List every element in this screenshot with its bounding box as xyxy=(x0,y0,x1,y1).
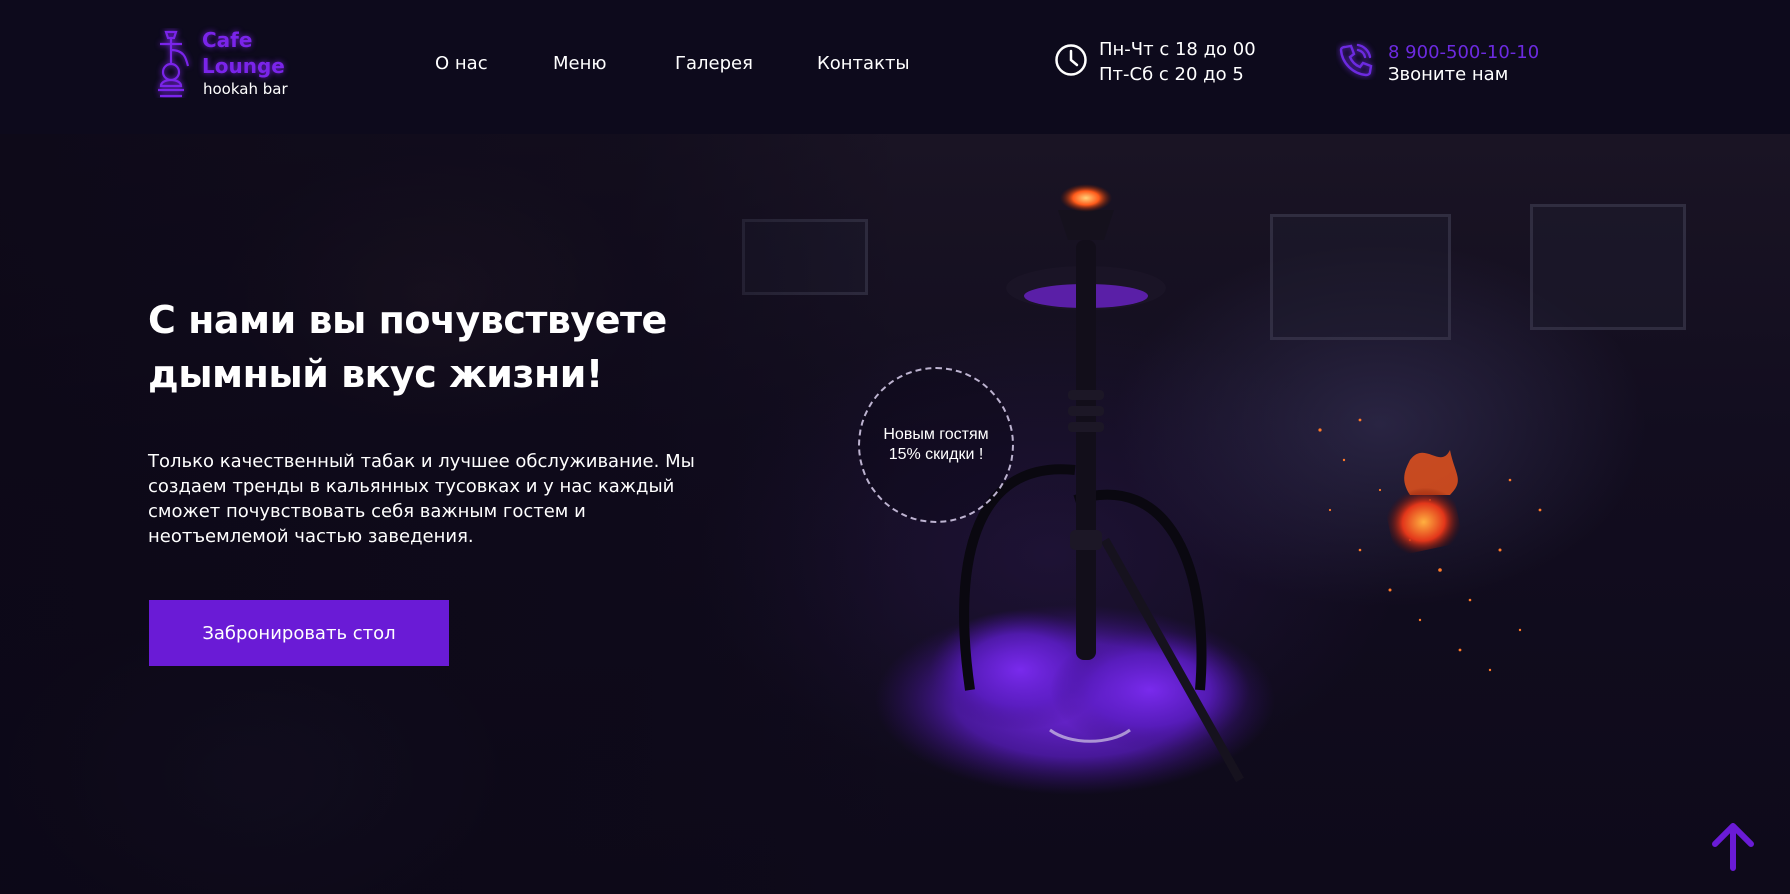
logo-title-line1: Cafe xyxy=(202,28,253,52)
book-table-button[interactable]: Забронировать стол xyxy=(149,600,449,666)
hero-title-line2: дымный вкус жизни! xyxy=(148,352,603,396)
hours-weekdays: Пн-Чт с 18 до 00 xyxy=(1099,39,1256,60)
discount-badge: Новым гостям 15% скидки ! xyxy=(858,367,1014,523)
clock-icon xyxy=(1055,44,1087,76)
discount-line1: Новым гостям xyxy=(883,426,989,443)
phone-label: Звоните нам xyxy=(1388,64,1509,85)
phone-number-link[interactable]: 8 900-500-10-10 xyxy=(1388,41,1539,65)
background-window xyxy=(1270,214,1451,340)
arrow-up-icon[interactable] xyxy=(1710,822,1756,872)
hero-description: Только качественный табак и лучшее обслу… xyxy=(148,451,695,547)
hookah-icon xyxy=(158,30,190,98)
nav-item-contacts[interactable]: Контакты xyxy=(817,52,910,76)
nav-item-gallery[interactable]: Галерея xyxy=(675,52,753,76)
hookah-bowl xyxy=(1058,210,1114,240)
discount-line2: 15% скидки ! xyxy=(888,446,984,463)
hero-title-line1: С нами вы почувствуете xyxy=(148,298,667,342)
logo[interactable]: Cafe Lounge hookah bar xyxy=(150,24,300,104)
logo-title-line2: Lounge xyxy=(202,54,285,78)
phone-icon xyxy=(1339,43,1373,77)
nav-item-menu[interactable]: Меню xyxy=(553,52,607,76)
background-window xyxy=(1530,204,1686,330)
hero-title: С нами вы почувствуете дымный вкус жизни! xyxy=(148,293,768,401)
hookah-stem xyxy=(1076,240,1096,660)
burning-coal xyxy=(1384,450,1462,555)
logo-subtitle: hookah bar xyxy=(203,80,288,98)
hours-weekend: Пт-Сб с 20 до 5 xyxy=(1099,64,1244,85)
hookah-coal xyxy=(1060,184,1112,212)
nav-item-about[interactable]: О нас xyxy=(435,52,488,76)
